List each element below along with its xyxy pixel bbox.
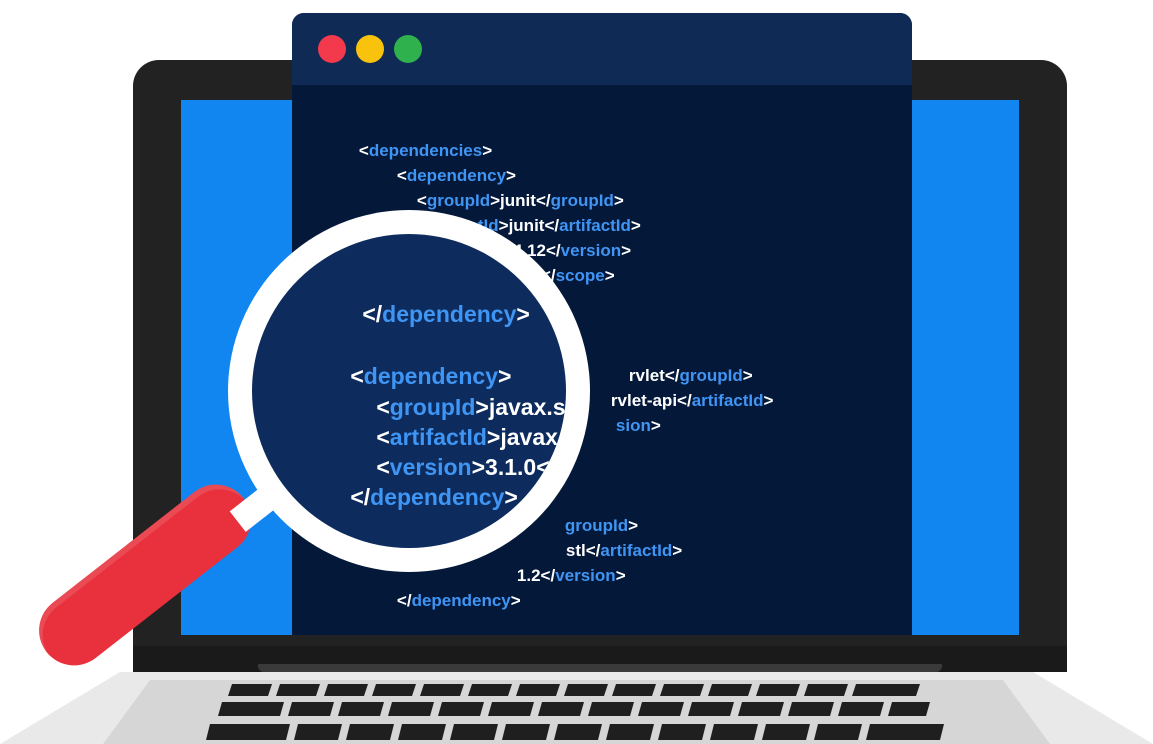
- close-dot-icon[interactable]: [318, 35, 346, 63]
- magnified-line: <dependency>: [318, 519, 517, 548]
- window-titlebar: [292, 13, 912, 85]
- magnifier-lens-view: </dependency> <dependency> <groupId>java…: [252, 234, 566, 548]
- minimize-dot-icon[interactable]: [356, 35, 384, 63]
- magnifying-glass-icon: </dependency> <dependency> <groupId>java…: [228, 210, 590, 572]
- maximize-dot-icon[interactable]: [394, 35, 422, 63]
- code-line: sion>: [615, 416, 661, 435]
- code-line: </dependency>: [396, 591, 521, 610]
- laptop-hinge: [258, 664, 942, 672]
- keyboard-deck: [0, 672, 1153, 744]
